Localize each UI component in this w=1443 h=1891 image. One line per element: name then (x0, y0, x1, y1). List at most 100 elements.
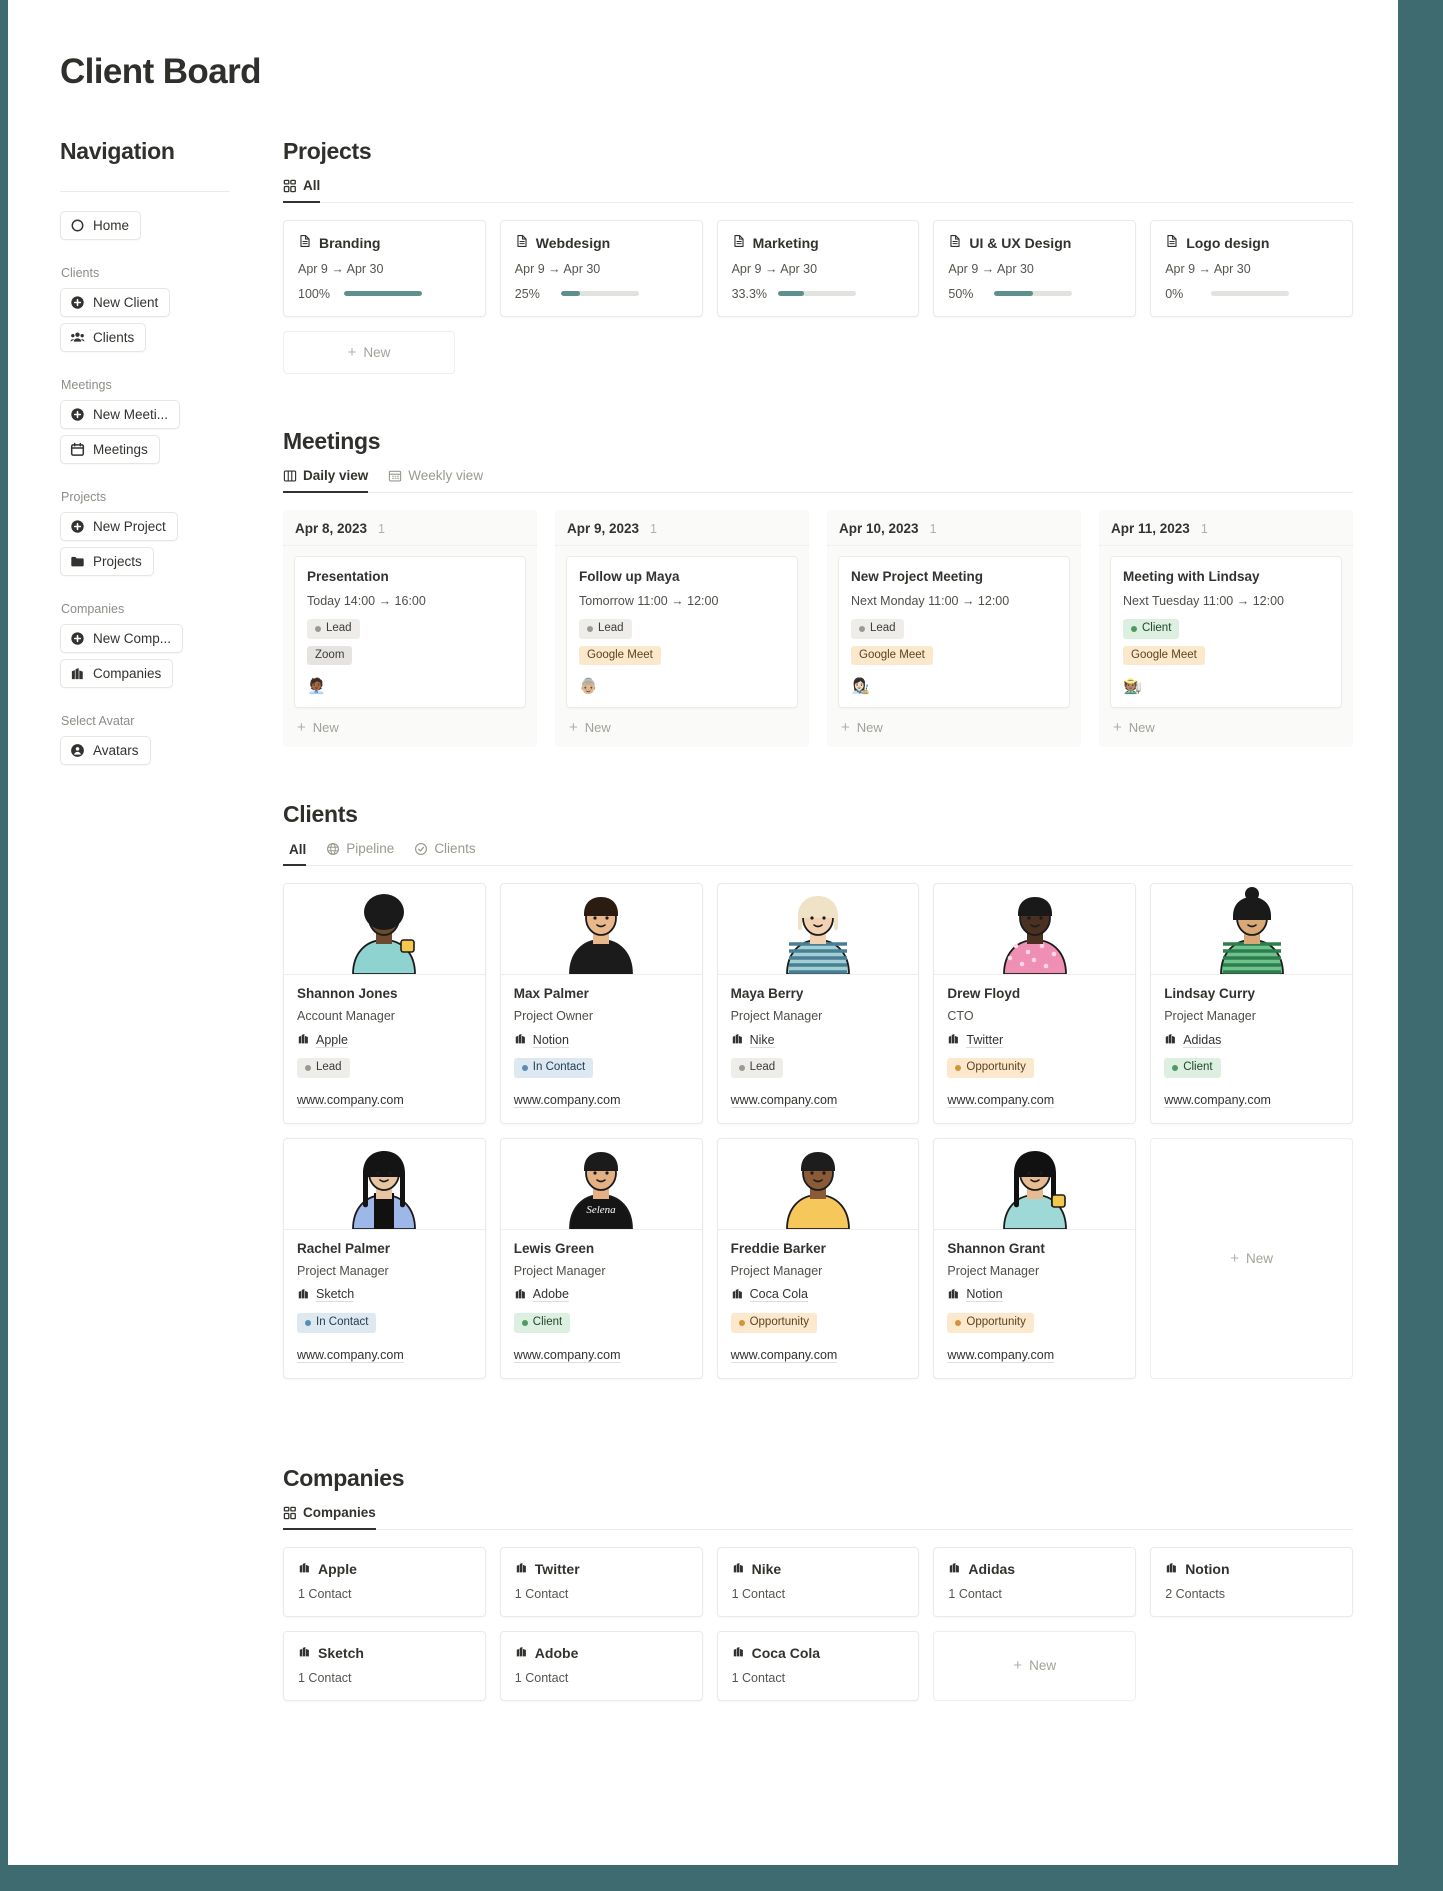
client-url[interactable]: www.company.com (297, 1093, 404, 1108)
building-small-icon (732, 1561, 745, 1577)
tab-pipeline[interactable]: Pipeline (326, 842, 394, 866)
building-small-icon (947, 1287, 960, 1303)
sidebar-item-new-comp[interactable]: New Comp... (60, 624, 184, 653)
client-card[interactable]: Freddie Barker Project Manager Coca Cola Op… (716, 1137, 920, 1379)
tab-daily-view[interactable]: Daily view (283, 468, 369, 493)
meeting-day-date: Apr 8, 2023 (295, 520, 368, 536)
client-url[interactable]: www.company.com (1164, 1093, 1271, 1108)
client-url[interactable]: www.company.com (730, 1093, 838, 1108)
client-card[interactable]: Shannon Grant Project Manager Notion Opport… (933, 1137, 1137, 1379)
client-company[interactable]: Adidas (1164, 1032, 1222, 1048)
meeting-card[interactable]: Follow up Maya Tomorrow 11:00 → 12:00 Lead… (566, 555, 798, 709)
client-url[interactable]: www.company.com (513, 1093, 621, 1108)
plus-icon: + (347, 343, 357, 361)
sidebar-item-meetings[interactable]: Meetings (60, 435, 160, 464)
meeting-card[interactable]: New Project Meeting Next Monday 11:00 → 1… (838, 555, 1070, 709)
sidebar-item-home[interactable]: Home (60, 211, 142, 240)
client-url[interactable]: www.company.com (513, 1348, 621, 1363)
company-card[interactable]: Adobe 1 Contact (499, 1630, 703, 1701)
company-card[interactable]: Twitter 1 Contact (499, 1546, 703, 1617)
client-url[interactable]: www.company.com (730, 1348, 838, 1363)
company-card[interactable]: Notion 2 Contacts (1150, 1546, 1353, 1617)
client-status-label: Opportunity (749, 1316, 810, 1329)
client-card[interactable]: Rachel Palmer Project Manager Sketch In Con… (283, 1137, 486, 1379)
meeting-card[interactable]: Meeting with Lindsay Next Tuesday 11:00 →… (1110, 555, 1342, 709)
client-status-badge: In Contact (513, 1058, 594, 1078)
meeting-time: Next Monday 11:00 → 12:00 (851, 593, 1010, 608)
sidebar-item-clients[interactable]: Clients (60, 323, 147, 352)
columns-icon (283, 469, 297, 483)
client-company[interactable]: Adobe (514, 1287, 569, 1303)
tab-all[interactable]: All (283, 179, 321, 203)
sidebar-item-avatars[interactable]: Avatars (60, 736, 151, 765)
client-status-badge: Client (513, 1313, 571, 1333)
client-company[interactable]: Apple (297, 1032, 348, 1048)
client-company[interactable]: Twitter (947, 1032, 1004, 1048)
tab-clients[interactable]: Clients (414, 842, 476, 866)
new-project-card-button[interactable]: + New (283, 330, 455, 374)
sidebar-item-new-project[interactable]: New Project (60, 512, 178, 541)
project-dates: Apr 9 → Apr 30 (731, 261, 818, 276)
new-meeting-button[interactable]: + New (555, 708, 809, 741)
sidebar-item-new-meeti[interactable]: New Meeti... (60, 400, 181, 429)
company-card[interactable]: Apple 1 Contact (283, 1546, 486, 1617)
client-card[interactable]: Max Palmer Project Owner Notion In Contact w… (499, 883, 703, 1124)
building-icon (70, 666, 85, 681)
project-card[interactable]: Webdesign Apr 9 → Apr 30 25% (499, 220, 703, 317)
new-meeting-button[interactable]: + New (827, 708, 1081, 741)
client-card[interactable]: Drew Floyd CTO Twitter Opportunity www.compa… (933, 883, 1137, 1124)
meeting-card[interactable]: Presentation Today 14:00 → 16:00 Lead Zoom 🧑… (294, 555, 526, 709)
project-card[interactable]: Branding Apr 9 → Apr 30 100% (283, 220, 486, 317)
building-small-icon (515, 1645, 528, 1661)
client-card[interactable]: Shannon Jones Account Manager Apple Lead www… (283, 883, 486, 1124)
client-company[interactable]: Notion (514, 1032, 569, 1048)
tab-all[interactable]: All (283, 843, 307, 867)
company-card[interactable]: Adidas 1 Contact (933, 1546, 1137, 1617)
client-role: Account Manager (297, 1009, 395, 1024)
client-company[interactable]: Notion (947, 1287, 1003, 1303)
project-card[interactable]: Marketing Apr 9 → Apr 30 33.3% (716, 220, 920, 317)
meeting-time: Today 14:00 → 16:00 (307, 593, 426, 608)
company-card[interactable]: Nike 1 Contact (716, 1546, 920, 1617)
client-card[interactable]: Selena Lewis Green Project Manager Adobe Cli… (499, 1137, 703, 1379)
status-dot-icon (305, 1065, 311, 1072)
client-url[interactable]: www.company.com (297, 1348, 404, 1363)
project-progress: 0% (1165, 287, 1338, 301)
new-meeting-button[interactable]: + New (283, 708, 537, 741)
project-card-title: Branding (298, 234, 471, 252)
client-status-badge: In Contact (297, 1313, 377, 1333)
plus-circle-icon (70, 407, 85, 422)
client-avatar (717, 1139, 919, 1230)
plus-circle-icon (70, 631, 85, 646)
tab-weekly-view[interactable]: Weekly view (388, 469, 483, 493)
client-company[interactable]: Coca Cola (731, 1287, 808, 1303)
client-url[interactable]: www.company.com (947, 1348, 1055, 1363)
client-company[interactable]: Nike (731, 1032, 775, 1048)
sidebar-divider (60, 191, 230, 192)
client-company[interactable]: Sketch (297, 1287, 355, 1303)
doc-icon (298, 234, 312, 252)
sidebar-item-companies[interactable]: Companies (60, 659, 174, 688)
new-client-card-button[interactable]: + New (1150, 1137, 1353, 1379)
client-company-label: Adidas (1183, 1032, 1222, 1048)
meeting-status-badge: Lead (307, 619, 360, 639)
company-card[interactable]: Coca Cola 1 Contact (716, 1630, 920, 1701)
building-small-icon (1165, 1561, 1178, 1577)
company-card[interactable]: Sketch 1 Contact (283, 1630, 486, 1701)
client-card[interactable]: Lindsay Curry Project Manager Adidas Client… (1150, 883, 1353, 1124)
sidebar-item-new-client[interactable]: New Client (60, 288, 171, 317)
new-meeting-button[interactable]: + New (1099, 708, 1353, 741)
company-contact-count: 1 Contact (948, 1586, 1002, 1601)
project-card[interactable]: Logo design Apr 9 → Apr 30 0% (1150, 220, 1353, 317)
client-card[interactable]: Maya Berry Project Manager Nike Lead www.com… (716, 883, 920, 1124)
sidebar-item-projects[interactable]: Projects (60, 547, 154, 576)
tab-companies[interactable]: Companies (283, 1506, 376, 1530)
company-name-row: Adobe (515, 1645, 688, 1661)
tab-label: Daily view (303, 468, 369, 484)
progress-bar (560, 291, 639, 297)
new-company-card-button[interactable]: + New (933, 1630, 1137, 1701)
client-url[interactable]: www.company.com (947, 1093, 1055, 1108)
building-small-icon (732, 1645, 745, 1661)
project-card[interactable]: UI & UX Design Apr 9 → Apr 30 50% (933, 220, 1137, 317)
sidebar-item-label: Home (93, 217, 130, 233)
